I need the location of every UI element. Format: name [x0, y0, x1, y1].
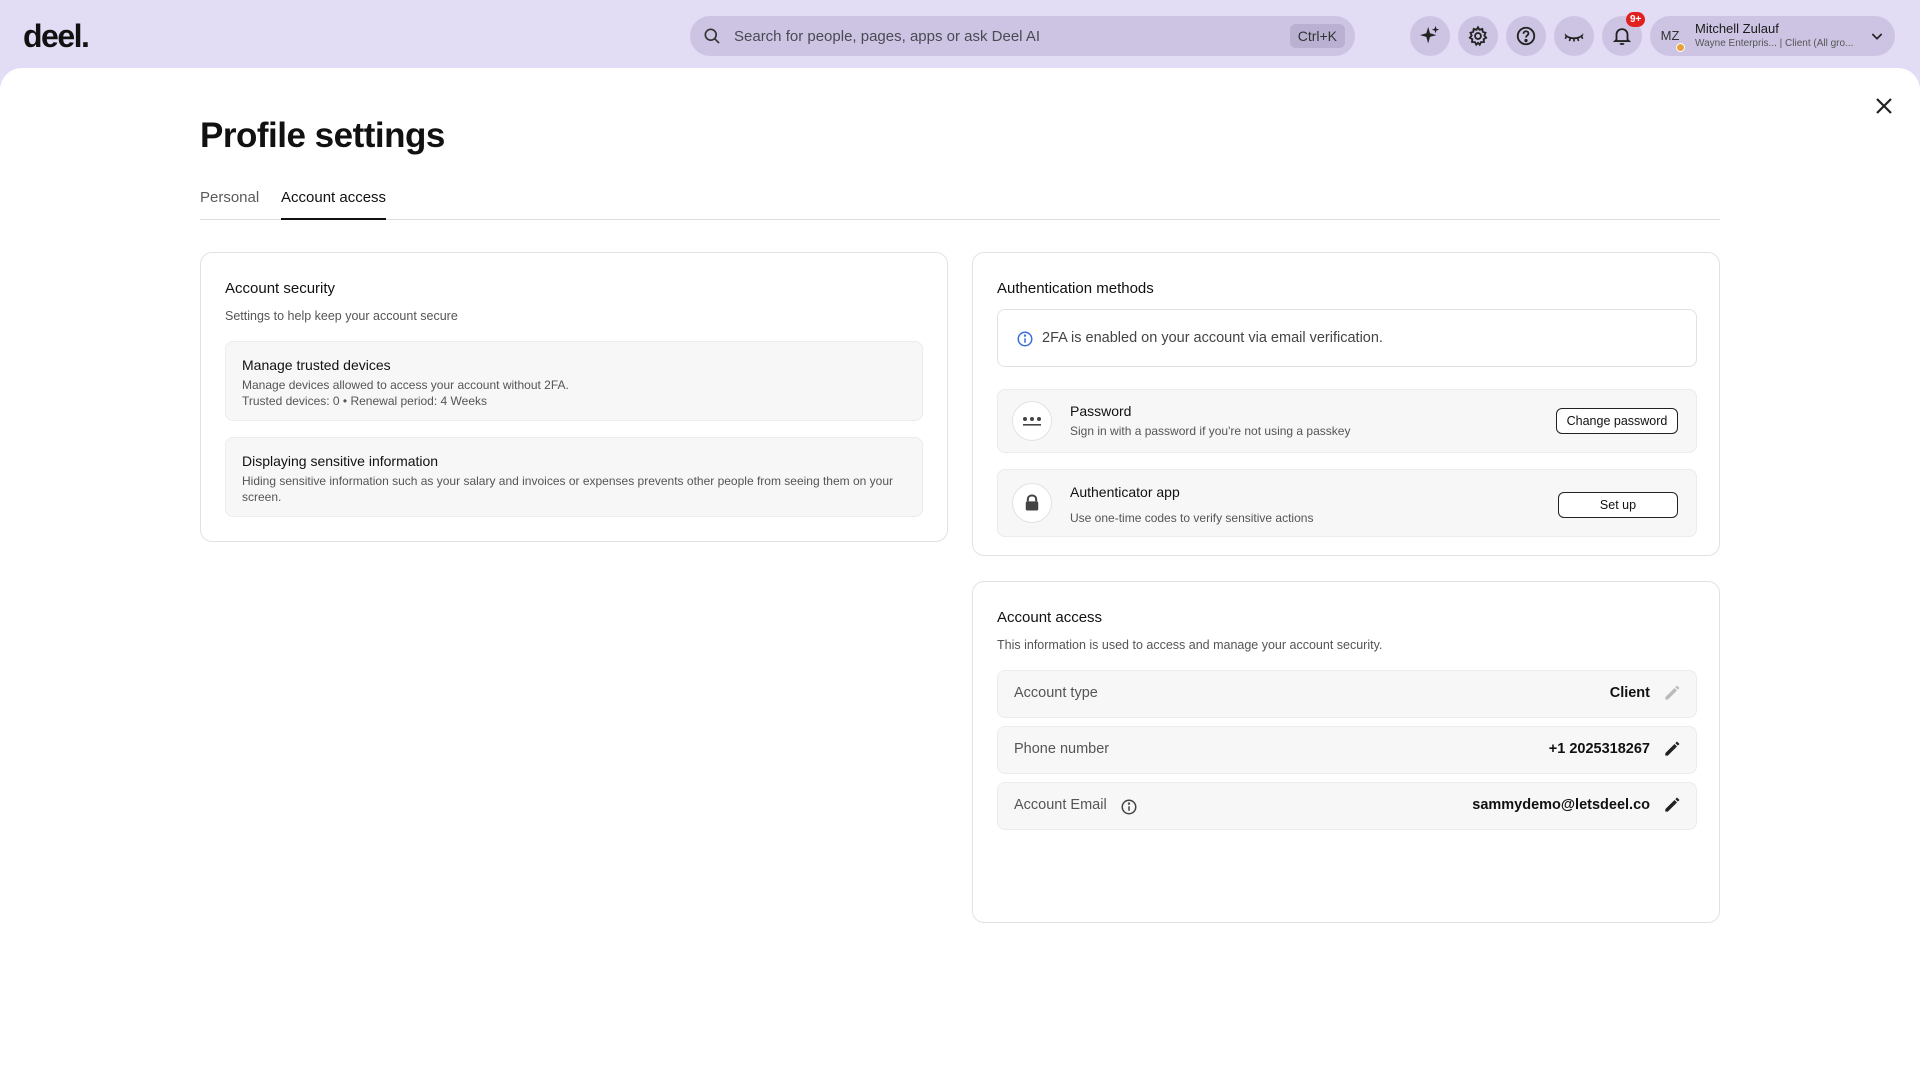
sensitive-info-row[interactable]: Displaying sensitive information Hiding … [225, 437, 923, 517]
row-description: Sign in with a password if you're not us… [1070, 424, 1351, 438]
manage-trusted-devices-row[interactable]: Manage trusted devices Manage devices al… [225, 341, 923, 421]
password-dots-icon [1012, 401, 1052, 441]
info-icon[interactable] [1120, 798, 1138, 816]
bell-icon [1612, 28, 1632, 45]
org-status-dot [1676, 43, 1685, 52]
account-type-row: Account type Client [997, 670, 1697, 718]
row-title: Displaying sensitive information [242, 453, 439, 469]
chevron-down-icon [1871, 33, 1883, 40]
search-shortcut-hint: Ctrl+K [1289, 24, 1345, 48]
card-title: Account security [225, 280, 336, 297]
account-email-row: Account Email sammydemo@letsdeel.co [997, 782, 1697, 830]
set-up-authenticator-button[interactable]: Set up [1558, 492, 1678, 518]
eye-closed-icon [1564, 33, 1584, 42]
phone-number-label: Phone number [1014, 741, 1110, 757]
privacy-toggle-button[interactable] [1554, 16, 1594, 56]
tab-account-access[interactable]: Account access [281, 188, 387, 220]
authenticator-app-row: Authenticator app Use one-time codes to … [997, 469, 1697, 537]
row-description: Manage devices allowed to access your ac… [242, 378, 569, 392]
phone-number-row: Phone number +1 2025318267 [997, 726, 1697, 774]
tab-bar: Personal Account access [200, 188, 1720, 220]
change-password-button[interactable]: Change password [1556, 408, 1678, 434]
gear-icon [1468, 25, 1488, 47]
search-icon [704, 28, 720, 44]
row-title: Manage trusted devices [242, 357, 391, 373]
tab-personal[interactable]: Personal [200, 188, 259, 220]
top-bar: deel. Ctrl+K 9+ MZ Mitchell Zulauf Wayne… [0, 0, 1920, 68]
notifications-button[interactable]: 9+ [1602, 12, 1646, 56]
help-icon [1516, 26, 1536, 46]
account-email-value: sammydemo@letsdeel.co [1472, 797, 1650, 813]
row-title: Password [1070, 403, 1132, 419]
row-title: Authenticator app [1070, 484, 1180, 500]
row-description: Hiding sensitive information such as you… [242, 474, 894, 504]
account-type-value: Client [1609, 685, 1650, 701]
deel-logo[interactable]: deel. [23, 18, 90, 55]
card-title: Authentication methods [997, 280, 1154, 297]
trusted-devices-meta: Trusted devices: 0 • Renewal period: 4 W… [242, 394, 487, 408]
ai-button[interactable] [1410, 16, 1450, 56]
profile-settings-panel: Profile settings Personal Account access… [0, 68, 1920, 1080]
settings-button[interactable] [1458, 16, 1498, 56]
pencil-icon[interactable] [1662, 795, 1682, 815]
account-access-card: Account access This information is used … [972, 581, 1720, 923]
account-type-label: Account type [1014, 685, 1098, 701]
account-security-card: Account security Settings to help keep y… [200, 252, 948, 542]
account-email-label: Account Email [1014, 797, 1107, 813]
user-name: Mitchell Zulauf [1695, 21, 1779, 36]
card-subtitle: This information is used to access and m… [997, 638, 1383, 652]
password-row: Password Sign in with a password if you'… [997, 389, 1697, 453]
card-title: Account access [997, 609, 1103, 626]
2fa-notice: 2FA is enabled on your account via email… [997, 309, 1697, 367]
card-subtitle: Settings to help keep your account secur… [225, 309, 458, 323]
2fa-notice-text: 2FA is enabled on your account via email… [1042, 330, 1383, 346]
notification-count-badge: 9+ [1626, 12, 1646, 27]
lock-icon [1012, 483, 1052, 523]
info-icon [1017, 331, 1033, 347]
close-icon[interactable] [1872, 94, 1896, 118]
search-input[interactable] [734, 16, 1254, 56]
row-description: Use one-time codes to verify sensitive a… [1070, 511, 1314, 525]
authentication-methods-card: Authentication methods 2FA is enabled on… [972, 252, 1720, 556]
help-button[interactable] [1506, 16, 1546, 56]
pencil-icon[interactable] [1662, 739, 1682, 759]
user-organization: Wayne Enterpris... | Client (All gro... [1695, 38, 1854, 49]
phone-number-value: +1 2025318267 [1548, 741, 1650, 757]
pencil-icon [1665, 685, 1680, 700]
sparkle-icon [1419, 25, 1440, 44]
global-search[interactable]: Ctrl+K [690, 16, 1355, 56]
user-menu[interactable]: MZ Mitchell Zulauf Wayne Enterpris... | … [1650, 16, 1895, 56]
page-title: Profile settings [200, 116, 445, 155]
